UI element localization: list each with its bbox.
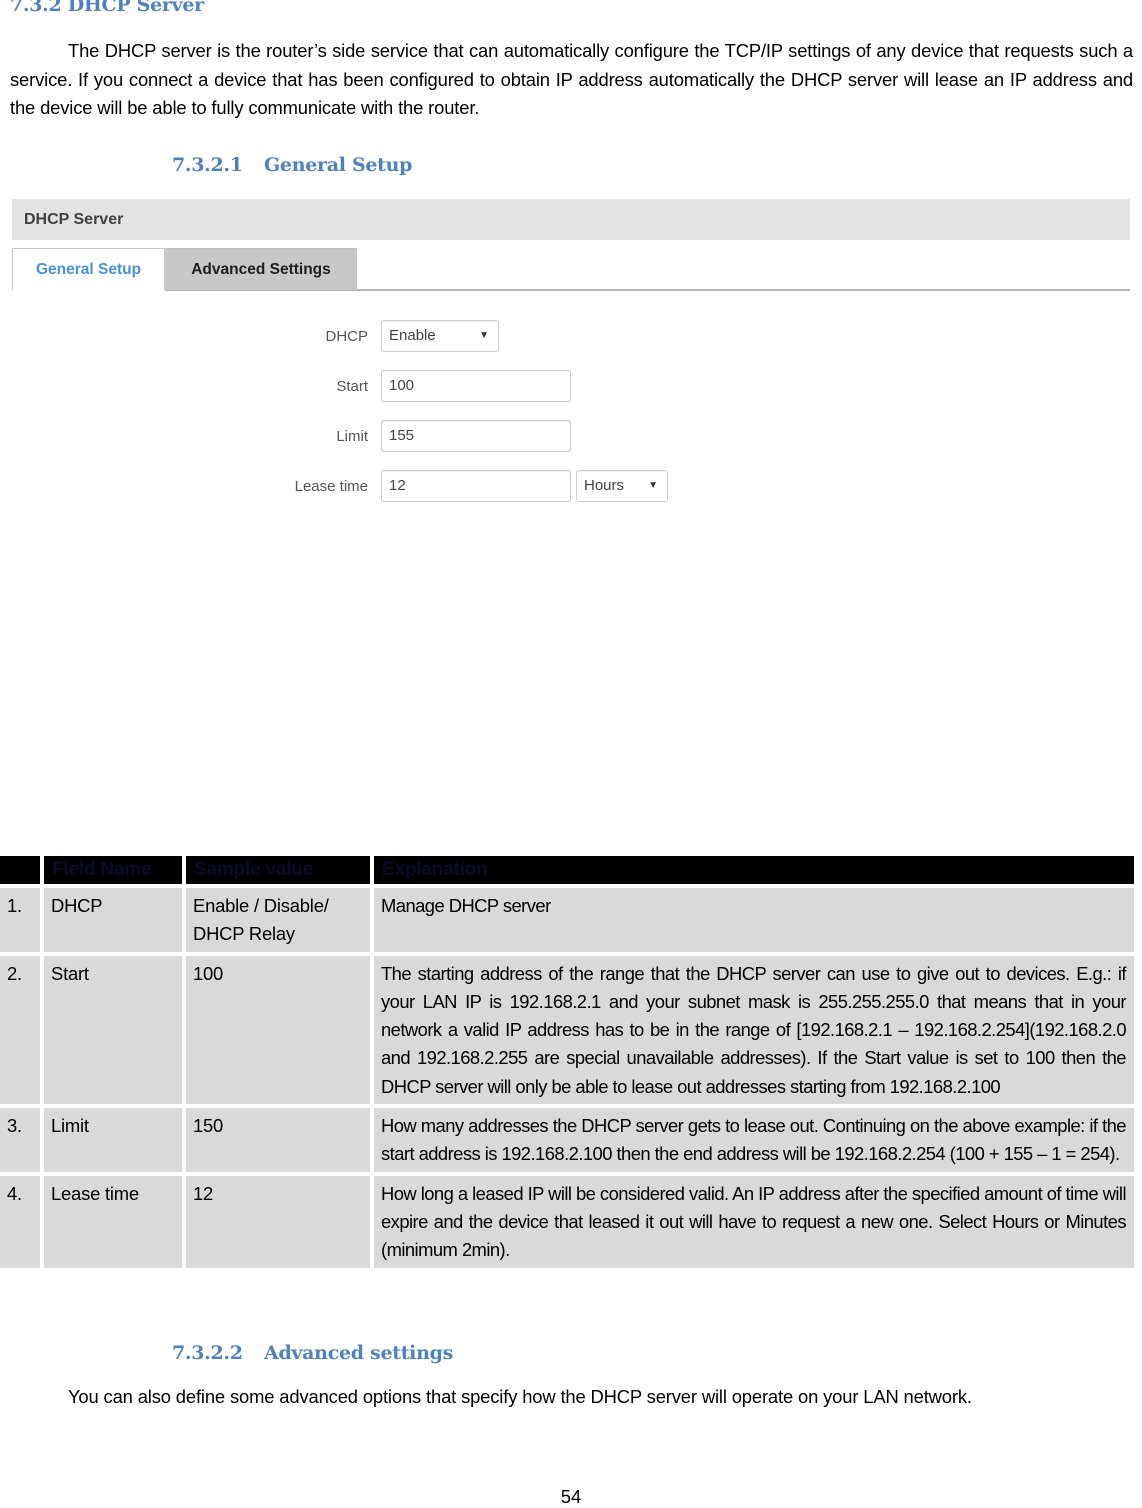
subsection-title: Advanced settings [264,1342,454,1364]
section-heading: 7.3.2 DHCP Server [10,0,204,16]
subsection-number: 7.3.2.2 [172,1342,243,1364]
row-explanation: Manage DHCP server [374,888,1134,952]
row-number: 3. [0,1108,40,1172]
chevron-down-icon: ▼ [648,480,658,491]
table-row: 4. Lease time 12 How long a leased IP wi… [0,1175,1134,1268]
tab-advanced-settings[interactable]: Advanced Settings [165,248,357,290]
header-field-name: Field Name [44,856,182,884]
dhcp-select-value: Enable [389,327,436,344]
subsection-heading-advanced: 7.3.2.2 Advanced settings [172,1342,453,1364]
field-description-table: Field Name Sample value Explanation 1. D… [0,852,1138,1272]
tab-bar: General Setup Advanced Settings [12,248,1130,291]
row-explanation: The starting address of the range that t… [374,955,1134,1105]
dhcp-label: DHCP [325,328,368,345]
row-explanation: How long a leased IP will be considered … [374,1175,1134,1268]
dhcp-panel-title: DHCP Server [12,199,1130,240]
advanced-text: You can also define some advanced option… [68,1386,972,1407]
row-field: Lease time [44,1175,182,1268]
row-sample: 150 [186,1108,370,1172]
table-row: 3. Limit 150 How many addresses the DHCP… [0,1108,1134,1172]
limit-label: Limit [336,428,368,445]
intro-paragraph: The DHCP server is the router’s side ser… [10,37,1133,123]
row-field: Limit [44,1108,182,1172]
lease-time-input[interactable]: 12 [381,470,571,502]
page-number: 54 [560,1486,582,1507]
header-sample-value: Sample value [186,856,370,884]
row-explanation: How many addresses the DHCP server gets … [374,1108,1134,1172]
lease-unit-value: Hours [584,477,625,494]
subsection-number: 7.3.2.1 [172,154,243,176]
table-header-row: Field Name Sample value Explanation [0,856,1134,884]
header-number [0,856,40,884]
header-explanation: Explanation [374,856,1134,884]
advanced-paragraph: You can also define some advanced option… [10,1383,1133,1412]
row-sample: 100 [186,955,370,1105]
table-row: 2. Start 100 The starting address of the… [0,955,1134,1105]
subsection-title: General Setup [264,154,413,176]
row-number: 4. [0,1175,40,1268]
row-sample: Enable / Disable/ DHCP Relay [186,888,370,952]
lease-time-label: Lease time [294,478,368,495]
intro-text: The DHCP server is the router’s side ser… [10,40,1133,118]
row-number: 2. [0,955,40,1105]
chevron-down-icon: ▼ [479,330,489,341]
row-field: DHCP [44,888,182,952]
table-row: 1. DHCP Enable / Disable/ DHCP Relay Man… [0,888,1134,952]
dhcp-select[interactable]: Enable ▼ [381,320,499,352]
start-input[interactable]: 100 [381,370,571,402]
tab-general-setup[interactable]: General Setup [12,248,165,291]
lease-unit-select[interactable]: Hours ▼ [576,470,668,502]
row-sample: 12 [186,1175,370,1268]
start-label: Start [336,378,368,395]
row-number: 1. [0,888,40,952]
subsection-heading-general: 7.3.2.1 General Setup [172,154,412,176]
limit-input[interactable]: 155 [381,420,571,452]
row-field: Start [44,955,182,1105]
